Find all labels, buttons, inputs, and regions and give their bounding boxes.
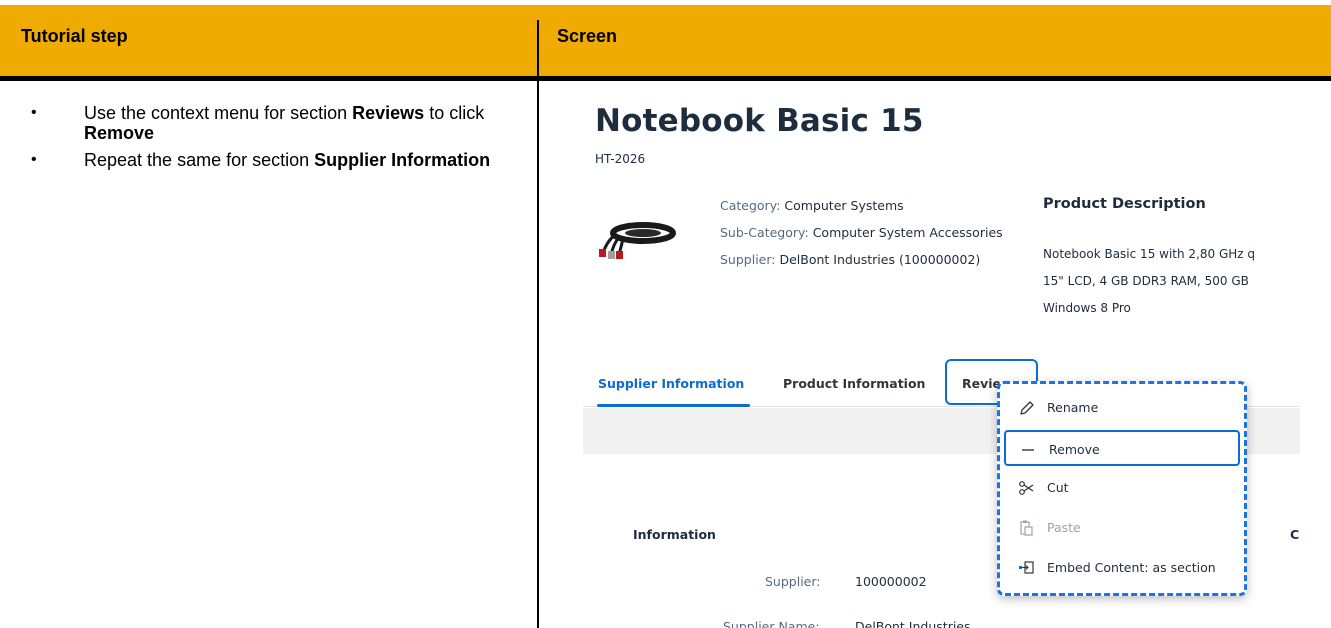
- menu-item-label: Remove: [1049, 442, 1100, 457]
- scissors-icon: [1019, 481, 1034, 495]
- header-rule: [0, 76, 1331, 81]
- step-text: Repeat the same for section: [84, 150, 315, 170]
- context-menu: Rename Remove Cut Paste Embed Content: a…: [997, 381, 1247, 596]
- step-bold-reviews: Reviews: [352, 103, 425, 123]
- table-header: Tutorial step Screen: [0, 5, 1331, 76]
- description-line: Notebook Basic 15 with 2,80 GHz q: [1043, 247, 1255, 261]
- category-value: Computer Systems: [784, 198, 904, 213]
- menu-item-remove[interactable]: Remove: [1004, 430, 1240, 466]
- menu-item-paste[interactable]: Paste: [1004, 510, 1240, 546]
- page-title: Notebook Basic 15: [595, 103, 924, 139]
- header-tutorial-step: Tutorial step: [21, 26, 128, 46]
- subcategory-label: Sub-Category:: [720, 225, 809, 240]
- field-label-supplier-name: Supplier Name:: [723, 619, 820, 628]
- app-screenshot: Notebook Basic 15 HT-2026 Category: Comp…: [583, 97, 1300, 628]
- field-label-supplier: Supplier:: [765, 574, 821, 589]
- description-line: Windows 8 Pro: [1043, 301, 1131, 315]
- menu-item-label: Rename: [1047, 400, 1099, 415]
- menu-item-label: Cut: [1047, 480, 1069, 495]
- field-value-supplier: 100000002: [855, 574, 927, 589]
- step-bold-supplier-information: Supplier Information: [314, 150, 491, 170]
- paste-icon: [1020, 520, 1033, 536]
- supplier-value: DelBont Industries (100000002): [779, 252, 981, 267]
- bullet-icon: •: [31, 151, 37, 168]
- step-bold-remove: Remove: [84, 123, 155, 143]
- menu-item-label: Paste: [1047, 520, 1081, 535]
- bullet-icon: •: [31, 104, 37, 121]
- active-tab-indicator: [597, 404, 750, 407]
- tab-reviews[interactable]: Revie: [962, 376, 1001, 391]
- tab-product-information[interactable]: Product Information: [783, 376, 925, 391]
- tutorial-steps: • Use the context menu for section Revie…: [0, 103, 530, 177]
- subcategory-row: Sub-Category: Computer System Accessorie…: [720, 225, 1003, 240]
- step-text: Use the context menu for section: [84, 103, 353, 123]
- description-line: 15" LCD, 4 GB DDR3 RAM, 500 GB: [1043, 274, 1249, 288]
- pencil-icon: [1020, 401, 1034, 415]
- supplier-label: Supplier:: [720, 252, 776, 267]
- supplier-row: Supplier: DelBont Industries (100000002): [720, 252, 980, 267]
- section-title: Information: [633, 527, 716, 542]
- category-label: Category:: [720, 198, 781, 213]
- product-image: [599, 222, 676, 259]
- menu-item-label: Embed Content: as section: [1047, 560, 1216, 575]
- step-item: • Use the context menu for section Revie…: [0, 103, 530, 143]
- field-value-supplier-name: DelBont Industries: [855, 619, 971, 628]
- product-id: HT-2026: [595, 152, 646, 166]
- subcategory-value: Computer System Accessories: [812, 225, 1003, 240]
- minus-icon: [1022, 449, 1034, 451]
- menu-item-rename[interactable]: Rename: [1004, 390, 1240, 426]
- category-row: Category: Computer Systems: [720, 198, 904, 213]
- menu-item-cut[interactable]: Cut: [1004, 470, 1240, 506]
- step-text: to click: [424, 103, 485, 123]
- column-divider: [537, 20, 539, 628]
- menu-item-embed-content[interactable]: Embed Content: as section: [1004, 550, 1240, 586]
- section-title-clipped: C: [1290, 527, 1300, 542]
- header-screen: Screen: [557, 26, 618, 46]
- description-title: Product Description: [1043, 196, 1206, 212]
- tab-supplier-information[interactable]: Supplier Information: [598, 376, 744, 391]
- step-item: • Repeat the same for section Supplier I…: [0, 150, 530, 170]
- embed-icon: [1019, 561, 1034, 574]
